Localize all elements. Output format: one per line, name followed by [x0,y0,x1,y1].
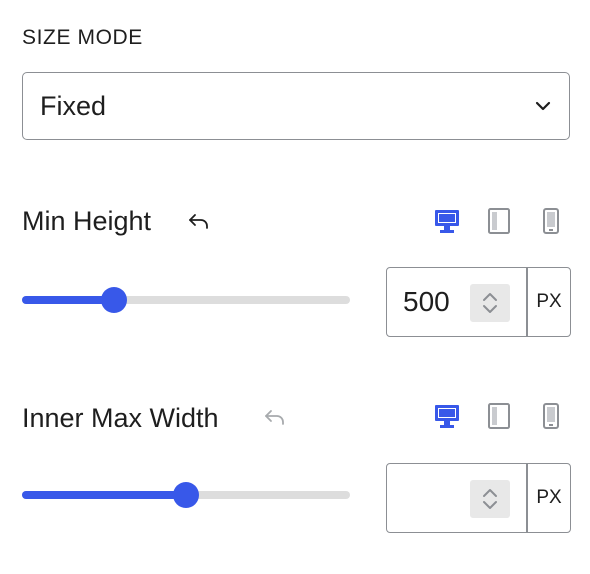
inner-max-width-number-input[interactable] [386,463,527,533]
inner-max-width-label: Inner Max Width [22,403,219,433]
inner-max-width-reset-button[interactable] [264,409,286,427]
min-height-slider[interactable] [22,285,350,315]
desktop-icon[interactable] [434,207,460,235]
inner-max-width-unit-select[interactable]: PX [527,463,571,533]
min-height-value: 500 [403,286,450,317]
slider-fill [22,491,186,499]
slider-thumb[interactable] [100,287,127,313]
tablet-icon[interactable] [486,402,512,430]
undo-arrow-icon [189,214,208,229]
tablet-icon[interactable] [486,207,512,235]
chevron-down-icon [535,101,551,111]
min-height-device-switcher [434,207,564,235]
desktop-icon[interactable] [434,402,460,430]
size-mode-select[interactable]: Fixed [22,72,570,140]
inner-max-width-device-switcher [434,402,564,430]
inner-max-width-slider[interactable] [22,480,350,510]
size-mode-selected-value: Fixed [40,90,107,121]
min-height-reset-button[interactable] [188,213,210,231]
stepper-arrows-icon[interactable] [470,480,510,518]
size-mode-label: SIZE MODE [22,26,143,49]
mobile-icon[interactable] [538,207,564,235]
undo-arrow-icon [265,410,284,425]
min-height-number-input[interactable]: 500 [386,267,527,337]
slider-thumb[interactable] [173,482,199,508]
min-height-label: Min Height [22,206,152,236]
min-height-unit-select[interactable]: PX [527,267,571,337]
mobile-icon[interactable] [538,402,564,430]
stepper-arrows-icon[interactable] [470,284,510,322]
